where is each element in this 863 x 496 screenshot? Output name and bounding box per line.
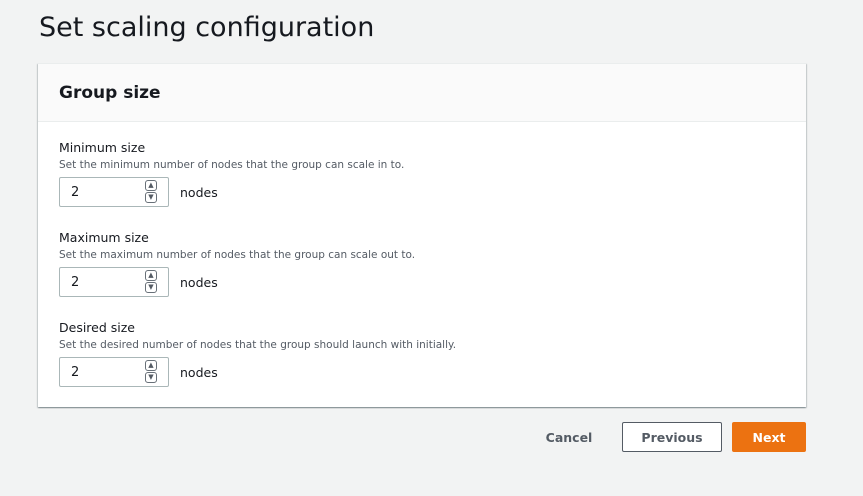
maximum-size-label: Maximum size: [59, 230, 149, 245]
decrement-icon[interactable]: ▼: [145, 372, 157, 383]
decrement-icon[interactable]: ▼: [145, 282, 157, 293]
panel-header: Group size: [38, 64, 806, 122]
increment-icon[interactable]: ▲: [145, 180, 157, 191]
increment-icon[interactable]: ▲: [145, 360, 157, 371]
next-button[interactable]: Next: [732, 422, 806, 452]
desired-size-stepper: ▲ ▼: [59, 357, 169, 387]
minimum-size-row: ▲ ▼ nodes: [59, 177, 404, 207]
maximum-size-stepper: ▲ ▼: [59, 267, 169, 297]
minimum-size-stepper: ▲ ▼: [59, 177, 169, 207]
desired-size-unit: nodes: [180, 364, 218, 380]
maximum-size-stepper-controls: ▲ ▼: [145, 270, 158, 293]
increment-icon[interactable]: ▲: [145, 270, 157, 281]
maximum-size-description: Set the maximum number of nodes that the…: [59, 249, 416, 261]
maximum-size-unit: nodes: [180, 274, 218, 290]
minimum-size-unit: nodes: [180, 184, 218, 200]
minimum-size-label: Minimum size: [59, 140, 146, 155]
group-size-panel: Group size Minimum size Set the minimum …: [38, 63, 806, 407]
desired-size-stepper-controls: ▲ ▼: [145, 360, 158, 383]
page-title: Set scaling configuration: [39, 12, 375, 43]
maximum-size-input[interactable]: [60, 268, 130, 296]
maximum-size-row: ▲ ▼ nodes: [59, 267, 415, 297]
minimum-size-stepper-controls: ▲ ▼: [145, 180, 158, 203]
panel-title: Group size: [59, 83, 161, 103]
minimum-size-field: Minimum size Set the minimum number of n…: [59, 140, 404, 207]
desired-size-label: Desired size: [59, 320, 136, 335]
decrement-icon[interactable]: ▼: [145, 192, 157, 203]
desired-size-input[interactable]: [60, 358, 130, 386]
maximum-size-field: Maximum size Set the maximum number of n…: [59, 230, 415, 297]
desired-size-description: Set the desired number of nodes that the…: [59, 339, 457, 351]
desired-size-row: ▲ ▼ nodes: [59, 357, 456, 387]
desired-size-field: Desired size Set the desired number of n…: [59, 320, 456, 387]
previous-button[interactable]: Previous: [622, 422, 722, 452]
cancel-button[interactable]: Cancel: [533, 422, 605, 452]
minimum-size-input[interactable]: [60, 178, 130, 206]
minimum-size-description: Set the minimum number of nodes that the…: [59, 159, 405, 171]
